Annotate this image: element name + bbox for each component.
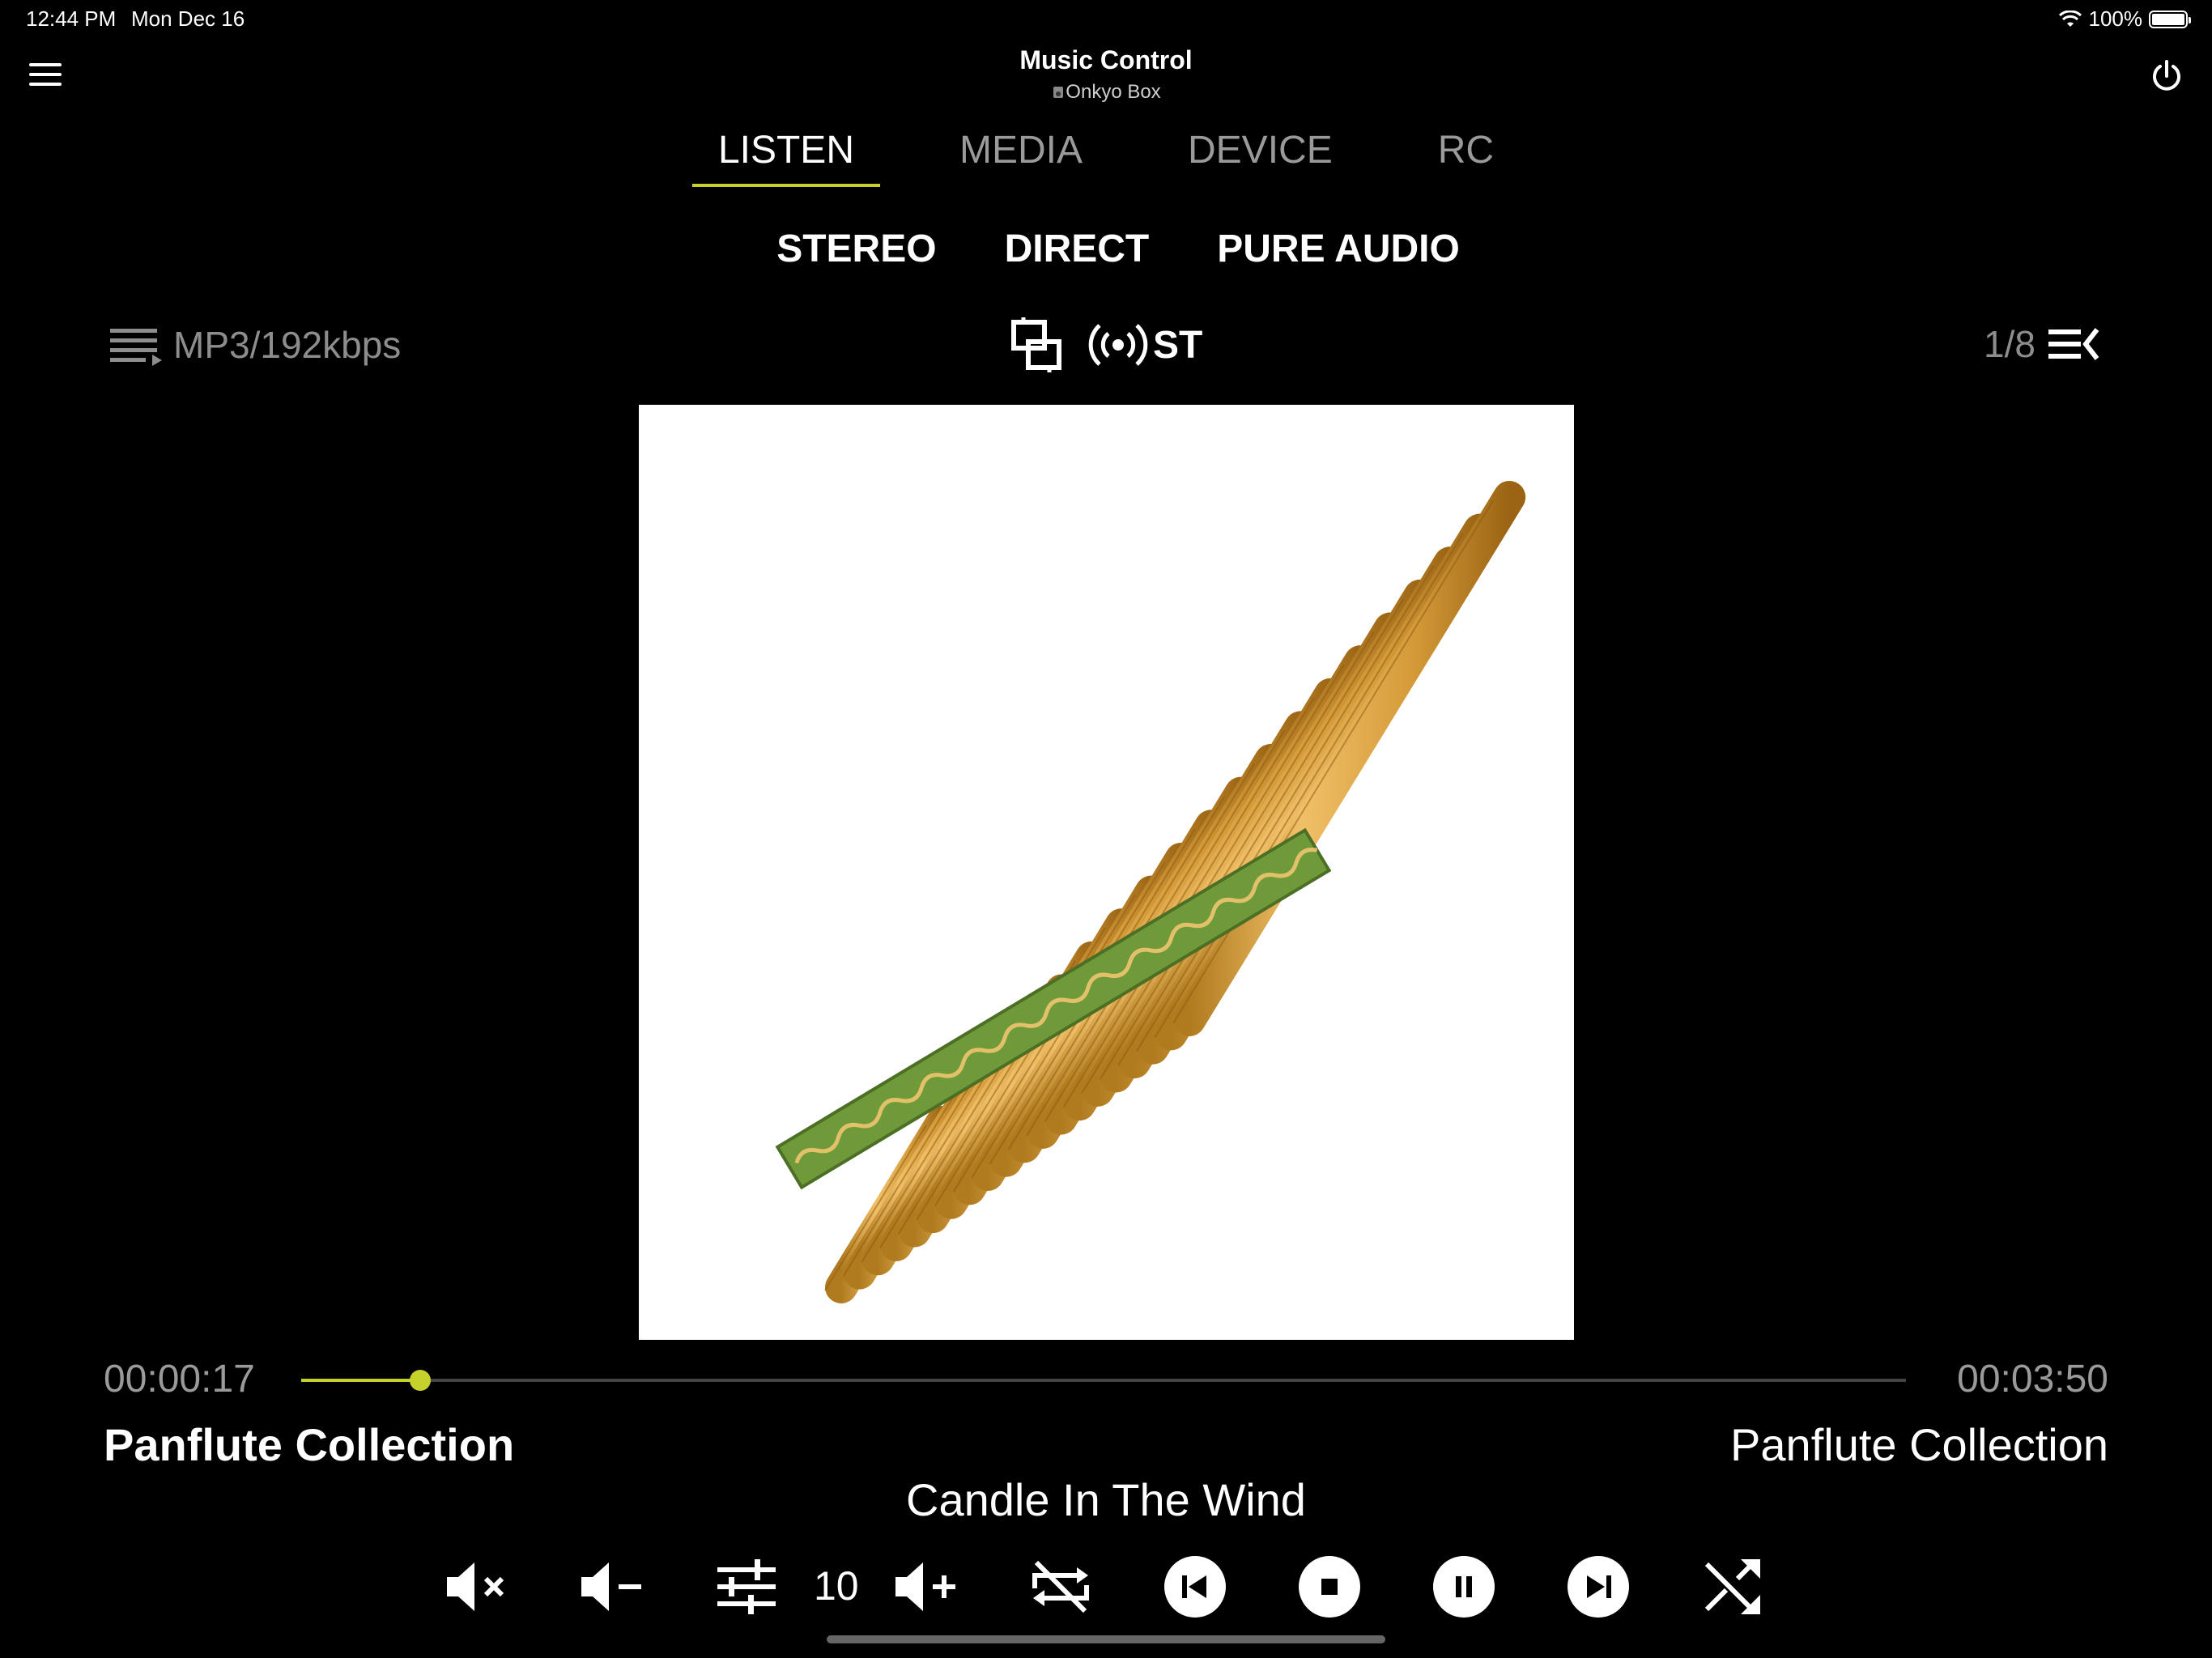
equalizer-icon: [717, 1559, 776, 1614]
volume-level: 10: [814, 1563, 859, 1609]
wifi-icon: [2058, 10, 2082, 27]
tab-device[interactable]: DEVICE: [1162, 128, 1359, 187]
home-indicator[interactable]: [827, 1635, 1385, 1643]
mode-pure-audio-button[interactable]: PURE AUDIO: [1217, 227, 1460, 271]
tab-media[interactable]: MEDIA: [934, 128, 1108, 187]
mode-direct-button[interactable]: DIRECT: [1005, 227, 1150, 271]
flute-pipe-edge: [1172, 500, 1495, 1024]
repeat-button[interactable]: [1027, 1553, 1095, 1621]
status-indicators: 100%: [2058, 6, 2191, 32]
mute-button[interactable]: [444, 1553, 512, 1621]
broadcast-icon: [1088, 324, 1148, 366]
battery-percent: 100%: [2088, 6, 2143, 31]
shuffle-button[interactable]: [1699, 1553, 1767, 1621]
queue-position: 1/8: [1984, 323, 2035, 365]
repeat-off-icon: [1032, 1560, 1089, 1613]
flute-pipe-edge: [1154, 533, 1465, 1038]
power-icon[interactable]: [2149, 58, 2184, 94]
queue-info[interactable]: 1/8: [1984, 322, 2100, 366]
tab-rc[interactable]: RC: [1412, 128, 1520, 187]
tab-listen[interactable]: LISTEN: [691, 128, 881, 187]
main-tabs: LISTEN MEDIA DEVICE RC: [0, 128, 2212, 187]
signal-label: ST: [1153, 323, 1203, 367]
previous-track-button[interactable]: [1161, 1553, 1229, 1621]
volume-down-icon: [581, 1562, 641, 1611]
progress-played: [301, 1379, 420, 1382]
flute-pipe-edge: [1099, 631, 1375, 1080]
format-info: MP3/192kbps: [107, 322, 401, 368]
page-title: Music Control: [1019, 45, 1193, 74]
battery-icon: [2149, 10, 2191, 28]
progress-slider[interactable]: [301, 1370, 1906, 1391]
next-track-button[interactable]: [1564, 1553, 1632, 1621]
track-title: Candle In The Wind: [906, 1474, 1306, 1525]
signal-info: ST: [1007, 316, 1202, 374]
speaker-icon: [1053, 87, 1064, 98]
listening-modes: STEREO DIRECT PURE AUDIO: [0, 227, 2212, 271]
volume-down-button[interactable]: [578, 1553, 646, 1621]
volume-up-icon: [895, 1562, 955, 1611]
flute-pipe: [1173, 481, 1526, 1036]
stop-button[interactable]: [1295, 1553, 1363, 1621]
previous-track-icon: [1164, 1556, 1226, 1618]
pause-button[interactable]: [1430, 1553, 1498, 1621]
playlist-icon: [110, 329, 162, 366]
shuffle-icon: [1704, 1558, 1760, 1615]
album-title: Panflute Collection: [104, 1419, 515, 1470]
artist-name: Panflute Collection: [1730, 1419, 2108, 1470]
status-date: Mon Dec 16: [131, 6, 245, 31]
next-track-icon: [1568, 1556, 1629, 1618]
album-art: [639, 405, 1574, 1340]
mode-stereo-button[interactable]: STEREO: [776, 227, 936, 271]
pause-icon: [1433, 1556, 1495, 1618]
volume-up-button[interactable]: [892, 1553, 960, 1621]
audio-format: MP3/192kbps: [173, 324, 402, 366]
input-select-icon[interactable]: [1007, 316, 1066, 374]
stop-icon: [1299, 1556, 1360, 1618]
panflute-image: [775, 481, 1526, 1303]
flute-pipe-edge: [1117, 598, 1405, 1066]
queue-list-icon[interactable]: [2047, 325, 2100, 363]
flute-pipe-edge: [1135, 565, 1435, 1052]
progress-handle[interactable]: [409, 1370, 431, 1391]
device-name: Onkyo Box: [0, 81, 2212, 104]
mute-icon: [447, 1562, 504, 1611]
status-time: 12:44 PM: [26, 6, 117, 31]
total-time: 00:03:50: [1957, 1358, 2108, 1401]
elapsed-time: 00:00:17: [104, 1358, 255, 1401]
transport-controls: 10: [0, 1553, 2212, 1621]
equalizer-button[interactable]: [713, 1553, 781, 1621]
